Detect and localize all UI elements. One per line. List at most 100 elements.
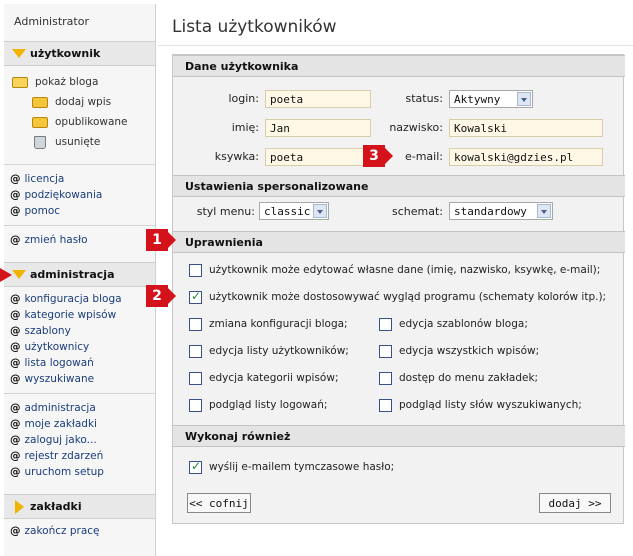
perm-bookmarks-menu-checkbox[interactable] [379,372,392,385]
at-icon: @ [10,325,21,337]
send-email-label: wyślij e-mailem tymczasowe hasło; [209,461,395,473]
link-label: administracja [24,402,96,414]
at-icon: @ [10,309,21,321]
link-label: zmień hasło [24,234,88,246]
link-change-password[interactable]: @ zmień hasło [10,232,155,248]
link-label: wyszukiwane [24,373,95,385]
collapsed-triangle-icon [15,499,24,514]
link-logout[interactable]: @ zakończ pracę [10,523,155,539]
link-login-as[interactable]: @ zaloguj jako... [10,432,155,448]
perm-edit-templates-label: edycja szablonów bloga; [399,318,528,330]
at-icon: @ [10,205,21,217]
login-label: login: [228,92,259,105]
perm-edit-users-checkbox[interactable] [189,345,202,358]
perm-edit-categories-label: edycja kategorii wpisów; [209,372,339,384]
at-icon: @ [10,434,21,446]
perm-edit-templates-checkbox[interactable] [379,318,392,331]
link-label: licencja [24,173,65,185]
menu-style-label: styl menu: [196,205,255,218]
link-label: lista logowań [24,357,94,369]
tree-item-add-post[interactable]: dodaj wpis [12,92,155,112]
admin-links: @ konfiguracja bloga @ kategorie wpisów @ s… [4,287,155,387]
menu-style-select[interactable]: classic [259,202,329,220]
status-select[interactable]: Aktywny [449,90,533,108]
section-user-data-header: Dane użytkownika [173,55,625,77]
link-label: kategorie wpisów [24,309,117,321]
folder-open-icon [12,76,28,88]
link-label: moje zakładki [24,418,97,430]
link-templates[interactable]: @ szablony [10,323,155,339]
link-login-list[interactable]: @ lista logowań [10,355,155,371]
link-label: szablony [24,325,71,337]
perm-view-searches-label: podgląd listy słów wyszukiwanych; [399,399,582,411]
page-title: Lista użytkowników [158,4,633,46]
link-event-log[interactable]: @ rejestr zdarzeń [10,448,155,464]
tree-item-deleted[interactable]: usunięte [12,132,155,152]
name-field[interactable]: Jan [265,119,371,137]
perm-view-searches-checkbox[interactable] [379,399,392,412]
at-icon: @ [10,173,21,185]
user-form-panel: Dane użytkownika login: poeta status: Ak… [172,54,625,524]
nick-field[interactable]: poeta [265,148,371,166]
link-administration[interactable]: @ administracja [10,400,155,416]
scheme-select[interactable]: standardowy [449,202,553,220]
add-button[interactable]: dodaj >> [539,493,611,513]
link-help[interactable]: @ pomoc [10,203,155,219]
email-label: e-mail: [404,150,443,163]
perm-edit-own-data-checkbox[interactable] [189,264,202,277]
perm-edit-all-posts-label: edycja wszystkich wpisów; [399,345,540,357]
link-searched[interactable]: @ wyszukiwane [10,371,155,387]
at-icon: @ [10,373,21,385]
link-label: rejestr zdarzeń [24,450,104,462]
link-users[interactable]: @ użytkownicy [10,339,155,355]
at-icon: @ [10,450,21,462]
scheme-label: schemat: [392,205,443,218]
perm-edit-categories-checkbox[interactable] [189,372,202,385]
surname-label: nazwisko: [389,121,443,134]
section-admin-header[interactable]: administracja [4,262,155,287]
section-user-header[interactable]: użytkownik [4,41,155,66]
chevron-down-icon [517,92,531,106]
tree-item-published[interactable]: opublikowane [12,112,155,132]
perm-view-logins-checkbox[interactable] [189,399,202,412]
callout-2-badge: 2 [146,285,176,307]
tree-item-label: opublikowane [55,116,128,128]
perm-blog-config-checkbox[interactable] [189,318,202,331]
folder-icon [32,116,48,128]
scheme-value: standardowy [454,205,527,218]
tree-item-label: pokaż bloga [35,76,99,88]
section-also-header: Wykonaj również [173,425,625,447]
link-my-bookmarks[interactable]: @ moje zakładki [10,416,155,432]
at-icon: @ [10,402,21,414]
perm-blog-config-label: zmiana konfiguracji bloga; [209,318,348,330]
surname-field[interactable]: Kowalski [449,119,603,137]
tree-item-label: usunięte [55,136,101,148]
info-links: @ licencja @ podziękowania @ pomoc [4,171,155,219]
divider [4,164,155,165]
perm-edit-all-posts-checkbox[interactable] [379,345,392,358]
perm-customize-look-checkbox[interactable] [189,289,202,304]
back-button[interactable]: << cofnij [187,493,251,513]
link-blog-config[interactable]: @ konfiguracja bloga [10,291,155,307]
link-label: uruchom setup [24,466,104,478]
login-field[interactable]: poeta [265,90,371,108]
section-user-label: użytkownik [30,47,101,60]
link-license[interactable]: @ licencja [10,171,155,187]
tree-item-show-blog[interactable]: pokaż bloga [12,72,155,92]
callout-arrow-icon [0,268,12,282]
section-bookmarks-header[interactable]: zakładki [4,494,155,519]
section-personal-header: Ustawienia spersonalizowane [173,175,625,197]
section-admin-label: administracja [30,268,115,281]
link-run-setup[interactable]: @ uruchom setup [10,464,155,480]
folder-icon [32,96,48,108]
link-thanks[interactable]: @ podziękowania [10,187,155,203]
link-label: pomoc [24,205,61,217]
link-post-categories[interactable]: @ kategorie wpisów [10,307,155,323]
at-icon: @ [10,189,21,201]
chevron-down-icon [313,204,327,218]
send-email-checkbox[interactable] [189,459,202,474]
perm-edit-own-data-label: użytkownik może edytować własne dane (im… [209,264,601,276]
email-field[interactable]: kowalski@gdzies.pl [449,148,603,166]
link-label: podziękowania [24,189,103,201]
